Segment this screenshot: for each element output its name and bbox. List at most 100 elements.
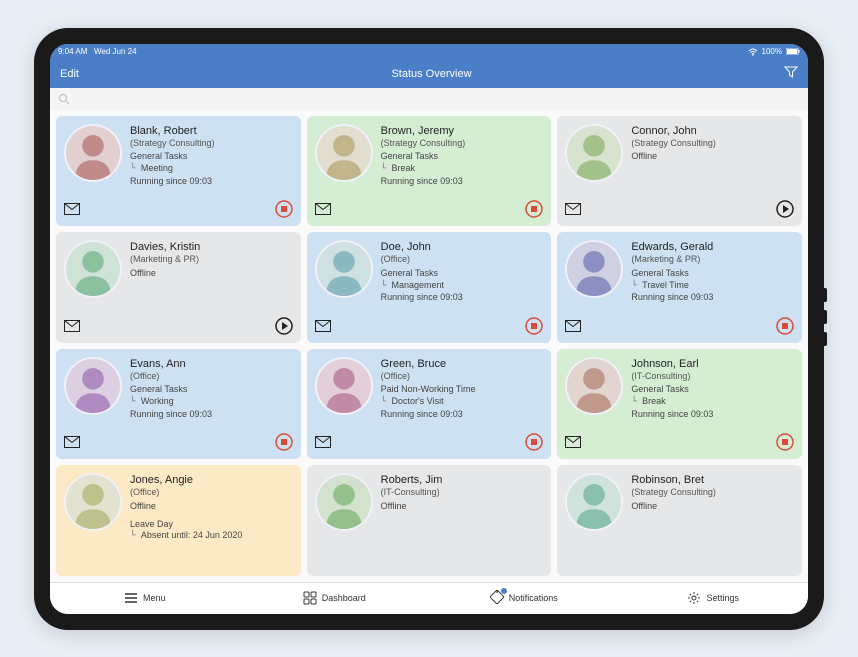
card-task: Offline	[130, 268, 200, 280]
avatar	[64, 357, 122, 415]
card-running: Running since 09:03	[631, 409, 713, 421]
card-name: Jones, Angie	[130, 473, 242, 487]
person-card[interactable]: Blank, Robert (Strategy Consulting) Gene…	[56, 116, 301, 227]
tab-dashboard[interactable]: Dashboard	[240, 583, 430, 614]
person-card[interactable]: Roberts, Jim (IT-Consulting) Offline	[307, 465, 552, 576]
stop-button[interactable]	[525, 317, 543, 335]
tab-menu[interactable]: Menu	[50, 583, 240, 614]
card-dept: (Marketing & PR)	[130, 254, 200, 266]
play-button[interactable]	[275, 317, 293, 335]
tab-notifications[interactable]: Notifications	[429, 583, 619, 614]
card-name: Roberts, Jim	[381, 473, 443, 487]
stop-button[interactable]	[275, 200, 293, 218]
notifications-icon	[490, 590, 504, 604]
mail-button[interactable]	[565, 320, 581, 332]
avatar	[565, 124, 623, 182]
tab-dashboard-label: Dashboard	[322, 593, 366, 603]
avatar	[64, 124, 122, 182]
card-running: Running since 09:03	[130, 176, 215, 188]
status-date: Wed Jun 24	[94, 47, 137, 56]
card-subtask: Travel Time	[637, 280, 713, 293]
card-name: Davies, Kristin	[130, 240, 200, 254]
person-card[interactable]: Edwards, Gerald (Marketing & PR) General…	[557, 232, 802, 343]
settings-icon	[687, 591, 701, 605]
card-dept: (Office)	[381, 371, 476, 383]
battery-icon	[786, 48, 800, 55]
mail-button[interactable]	[315, 436, 331, 448]
card-dept: (Strategy Consulting)	[631, 487, 716, 499]
mail-button[interactable]	[64, 436, 80, 448]
mail-button[interactable]	[64, 203, 80, 215]
card-running: Running since 09:03	[381, 409, 476, 421]
mail-button[interactable]	[565, 203, 581, 215]
tablet-frame: 9:04 AM Wed Jun 24 100% Edit Status Over…	[34, 28, 824, 630]
card-name: Robinson, Bret	[631, 473, 716, 487]
card-task: General Tasks	[381, 151, 466, 163]
menu-icon	[124, 592, 138, 604]
search-bar[interactable]	[50, 88, 808, 110]
stop-button[interactable]	[776, 317, 794, 335]
card-running: Running since 09:03	[130, 409, 212, 421]
dashboard-icon	[303, 591, 317, 605]
person-card[interactable]: Brown, Jeremy (Strategy Consulting) Gene…	[307, 116, 552, 227]
card-running: Running since 09:03	[381, 292, 463, 304]
mail-button[interactable]	[315, 203, 331, 215]
card-task: Offline	[631, 501, 716, 513]
person-card[interactable]: Jones, Angie (Office) Offline Leave DayA…	[56, 465, 301, 576]
card-running: Running since 09:03	[381, 176, 466, 188]
card-task: General Tasks	[130, 151, 215, 163]
card-dept: (Office)	[130, 371, 212, 383]
edit-button[interactable]: Edit	[60, 68, 79, 80]
card-task: General Tasks	[631, 384, 713, 396]
card-task: General Tasks	[130, 384, 212, 396]
ios-status-bar: 9:04 AM Wed Jun 24 100%	[50, 44, 808, 60]
card-subtask: Break	[387, 163, 466, 176]
card-dept: (IT-Consulting)	[631, 371, 713, 383]
card-subtask: Meeting	[136, 163, 215, 176]
card-dept: (Strategy Consulting)	[381, 138, 466, 150]
person-card[interactable]: Doe, John (Office) General Tasks Managem…	[307, 232, 552, 343]
mail-button[interactable]	[315, 320, 331, 332]
person-card[interactable]: Connor, John (Strategy Consulting) Offli…	[557, 116, 802, 227]
avatar	[315, 357, 373, 415]
card-dept: (Strategy Consulting)	[631, 138, 716, 150]
avatar	[565, 357, 623, 415]
mail-button[interactable]	[565, 436, 581, 448]
search-icon	[58, 93, 70, 105]
stop-button[interactable]	[525, 200, 543, 218]
card-running: Running since 09:03	[631, 292, 713, 304]
card-dept: (Strategy Consulting)	[130, 138, 215, 150]
card-subtask: Break	[637, 396, 713, 409]
card-name: Doe, John	[381, 240, 463, 254]
person-card[interactable]: Green, Bruce (Office) Paid Non-Working T…	[307, 349, 552, 460]
avatar	[64, 473, 122, 531]
person-card[interactable]: Evans, Ann (Office) General Tasks Workin…	[56, 349, 301, 460]
tab-bar: Menu Dashboard Notifications Settings	[50, 582, 808, 614]
person-card[interactable]: Davies, Kristin (Marketing & PR) Offline	[56, 232, 301, 343]
tab-settings[interactable]: Settings	[619, 583, 809, 614]
tab-menu-label: Menu	[143, 593, 166, 603]
nav-bar: Edit Status Overview	[50, 60, 808, 88]
page-title: Status Overview	[79, 68, 784, 80]
status-time: 9:04 AM	[58, 47, 87, 56]
person-card[interactable]: Robinson, Bret (Strategy Consulting) Off…	[557, 465, 802, 576]
card-task: Paid Non-Working Time	[381, 384, 476, 396]
avatar	[565, 473, 623, 531]
wifi-icon	[748, 48, 758, 56]
tablet-side-buttons	[824, 288, 827, 354]
card-task: Offline	[381, 501, 443, 513]
mail-button[interactable]	[64, 320, 80, 332]
card-dept: (Marketing & PR)	[631, 254, 713, 266]
card-name: Brown, Jeremy	[381, 124, 466, 138]
stop-button[interactable]	[525, 433, 543, 451]
stop-button[interactable]	[275, 433, 293, 451]
card-name: Blank, Robert	[130, 124, 215, 138]
person-card[interactable]: Johnson, Earl (IT-Consulting) General Ta…	[557, 349, 802, 460]
card-name: Edwards, Gerald	[631, 240, 713, 254]
play-button[interactable]	[776, 200, 794, 218]
filter-button[interactable]	[784, 65, 798, 82]
avatar	[315, 240, 373, 298]
stop-button[interactable]	[776, 433, 794, 451]
card-leave: Leave Day	[130, 519, 242, 531]
avatar	[64, 240, 122, 298]
